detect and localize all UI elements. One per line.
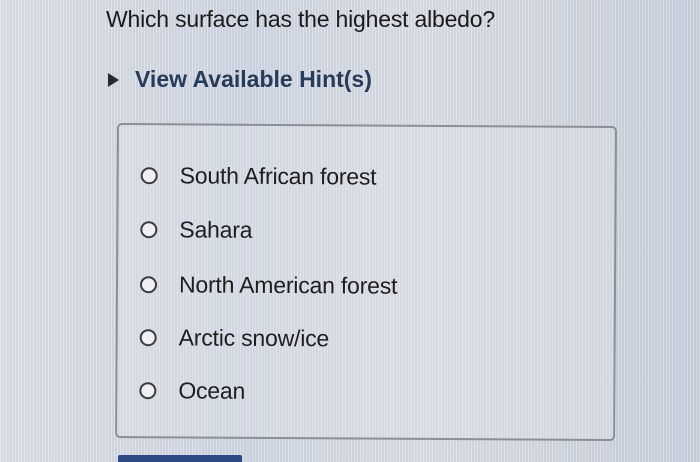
- radio-circle-icon[interactable]: [139, 382, 157, 400]
- question-text: Which surface has the highest albedo?: [106, 6, 495, 32]
- submit-button[interactable]: [118, 455, 242, 462]
- radio-circle-icon[interactable]: [140, 221, 158, 239]
- option-sahara[interactable]: Sahara: [140, 216, 252, 244]
- option-label: South African forest: [179, 162, 377, 190]
- option-label: North American forest: [178, 271, 398, 299]
- option-label: Ocean: [178, 377, 246, 404]
- radio-circle-icon[interactable]: [139, 276, 158, 294]
- answer-options-group: South African forest Sahara North Americ…: [115, 123, 617, 442]
- option-label: Sahara: [179, 216, 253, 243]
- view-hints-toggle[interactable]: View Available Hint(s): [108, 66, 372, 93]
- view-hints-label: View Available Hint(s): [135, 66, 372, 92]
- option-south-african-forest[interactable]: South African forest: [140, 162, 377, 190]
- caret-right-icon: [108, 72, 119, 87]
- option-ocean[interactable]: Ocean: [139, 377, 245, 405]
- radio-circle-icon[interactable]: [140, 167, 158, 185]
- option-arctic-snow-ice[interactable]: Arctic snow/ice: [139, 324, 330, 352]
- option-label: Arctic snow/ice: [178, 324, 330, 352]
- radio-circle-icon[interactable]: [139, 329, 157, 347]
- option-north-american-forest[interactable]: North American forest: [139, 271, 398, 300]
